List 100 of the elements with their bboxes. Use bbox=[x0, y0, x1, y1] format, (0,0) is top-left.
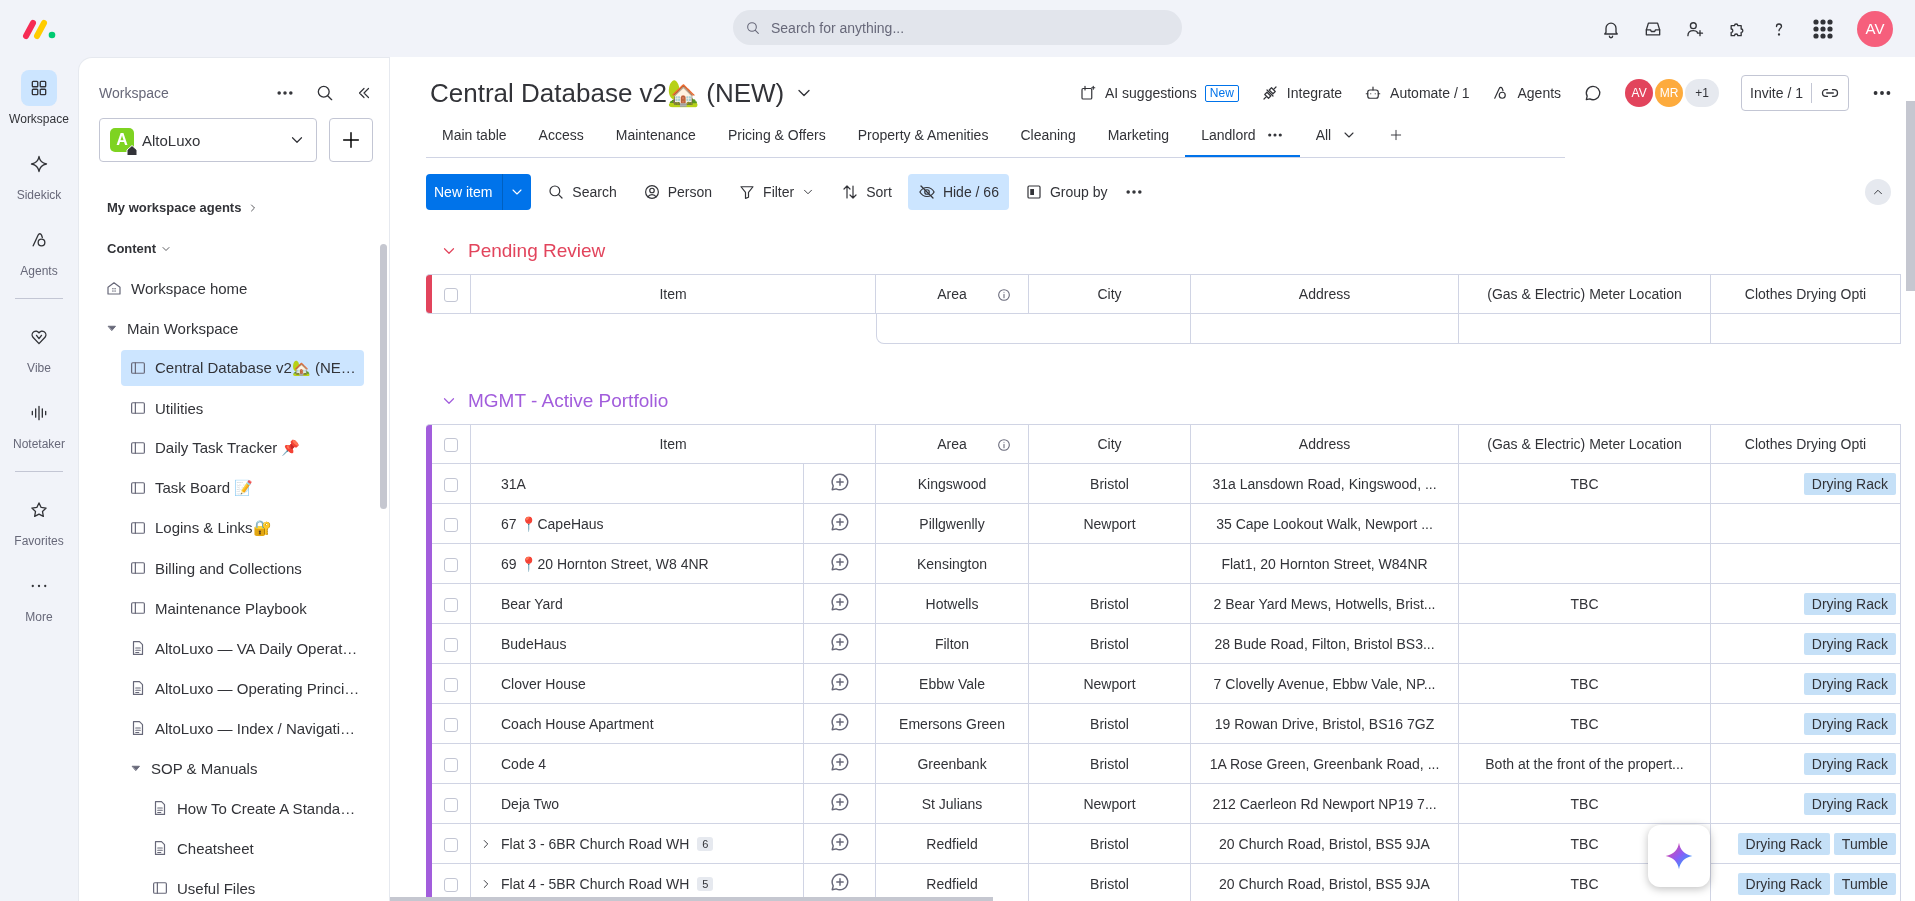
scrollbar[interactable] bbox=[390, 897, 993, 901]
scrollbar[interactable] bbox=[380, 244, 387, 509]
item-name[interactable]: BudeHaus bbox=[501, 635, 567, 652]
add-update-icon[interactable] bbox=[828, 831, 851, 853]
row-checkbox[interactable] bbox=[444, 477, 458, 492]
add-update-icon[interactable] bbox=[828, 511, 851, 533]
item-name[interactable]: 67 📍CapeHaus bbox=[501, 515, 604, 532]
search-button[interactable]: Search bbox=[537, 174, 627, 210]
view-tab[interactable]: Maintenance bbox=[599, 115, 712, 157]
more-members-badge[interactable]: +1 bbox=[1685, 79, 1720, 107]
rail-item[interactable]: More bbox=[21, 568, 57, 624]
add-update-icon[interactable] bbox=[828, 591, 851, 613]
ai-button[interactable]: AI suggestions New bbox=[1078, 84, 1239, 102]
apps-grid-icon[interactable] bbox=[1811, 16, 1835, 41]
add-update-icon[interactable] bbox=[828, 791, 851, 813]
add-update-icon[interactable] bbox=[828, 871, 851, 893]
view-tab[interactable]: Landlord bbox=[1185, 115, 1300, 157]
rail-item[interactable]: Notetaker bbox=[13, 395, 65, 451]
select-all-checkbox[interactable] bbox=[444, 438, 458, 453]
column-header[interactable]: Address bbox=[1191, 274, 1459, 314]
item-name[interactable]: 69 📍20 Hornton Street, W8 4NR bbox=[501, 555, 709, 572]
sidebar-item[interactable]: AltoLuxo — Index / Navigati… bbox=[121, 710, 364, 746]
item-name[interactable]: 31A bbox=[501, 475, 526, 492]
item-name[interactable]: Clover House bbox=[501, 675, 586, 692]
scrollbar[interactable] bbox=[1906, 101, 1915, 291]
sidebar-item[interactable]: Workspace home bbox=[99, 270, 256, 306]
row-checkbox[interactable] bbox=[444, 797, 458, 812]
rail-item[interactable]: Sidekick bbox=[16, 146, 62, 202]
view-tab[interactable]: Property & Amenities bbox=[841, 115, 1005, 157]
sidebar-item[interactable]: Task Board 📝 bbox=[121, 470, 262, 506]
sidebar-item[interactable]: Logins & Links🔐 bbox=[121, 510, 280, 546]
add-update-icon[interactable] bbox=[828, 711, 851, 733]
column-header[interactable]: Area bbox=[937, 286, 967, 302]
sidebar-item[interactable]: How To Create A Standa… bbox=[143, 790, 364, 826]
hide-button[interactable]: Hide / 66 bbox=[907, 174, 1009, 210]
sidebar-item[interactable]: Utilities bbox=[121, 390, 212, 426]
add-view-icon[interactable] bbox=[1389, 128, 1404, 142]
sidebar-item[interactable]: Cheatsheet bbox=[143, 830, 262, 866]
row-checkbox[interactable] bbox=[444, 517, 458, 532]
column-header[interactable]: Item bbox=[471, 274, 876, 314]
group-title[interactable]: MGMT - Active Portfolio bbox=[468, 390, 669, 412]
search-icon[interactable] bbox=[315, 83, 335, 103]
row-checkbox[interactable] bbox=[444, 597, 458, 612]
sidebar-item[interactable]: Maintenance Playbook bbox=[121, 590, 315, 626]
item-name[interactable]: Bear Yard bbox=[501, 595, 563, 612]
add-update-icon[interactable] bbox=[828, 631, 851, 653]
row-checkbox[interactable] bbox=[444, 717, 458, 732]
group-by-button[interactable]: Group by bbox=[1014, 174, 1118, 210]
rail-item[interactable]: Favorites bbox=[14, 492, 64, 548]
add-button[interactable] bbox=[329, 118, 373, 162]
column-header[interactable]: Clothes Drying Opti bbox=[1711, 274, 1901, 314]
sidebar-item[interactable]: Daily Task Tracker 📌 bbox=[121, 430, 309, 466]
column-header[interactable]: (Gas & Electric) Meter Location bbox=[1459, 274, 1711, 314]
sidebar-item[interactable]: Central Database v2🏡 (NE… bbox=[121, 350, 364, 386]
column-header[interactable]: Item bbox=[471, 424, 876, 464]
group-title[interactable]: Pending Review bbox=[468, 240, 606, 262]
item-name[interactable]: Coach House Apartment bbox=[501, 715, 654, 732]
view-tab[interactable]: Pricing & Offers bbox=[711, 115, 842, 157]
item-name[interactable]: Flat 3 - 6BR Church Road WH bbox=[501, 835, 690, 852]
row-checkbox[interactable] bbox=[444, 557, 458, 572]
logo-icon[interactable] bbox=[22, 17, 58, 40]
sort-button[interactable]: Sort bbox=[831, 174, 902, 210]
row-checkbox[interactable] bbox=[444, 837, 458, 852]
add-update-icon[interactable] bbox=[828, 671, 851, 693]
row-checkbox[interactable] bbox=[444, 637, 458, 652]
view-tab[interactable]: Main table bbox=[426, 115, 523, 157]
member-avatar[interactable]: AV bbox=[1625, 79, 1654, 107]
search-bar[interactable]: Search for anything... bbox=[733, 10, 1182, 45]
column-header[interactable]: Clothes Drying Opti bbox=[1711, 424, 1901, 464]
agents-link[interactable]: My workspace agents bbox=[107, 200, 373, 215]
rail-item[interactable]: Workspace bbox=[9, 70, 69, 126]
sidebar-item[interactable]: SOP & Manuals bbox=[121, 750, 266, 786]
sidekick-button[interactable] bbox=[1648, 825, 1710, 887]
workspace-selector[interactable]: A AltoLuxo bbox=[99, 118, 317, 162]
sidebar-item[interactable]: AltoLuxo — Operating Princi… bbox=[121, 670, 368, 706]
add-update-icon[interactable] bbox=[828, 751, 851, 773]
sidebar-item[interactable]: Billing and Collections bbox=[121, 550, 310, 586]
column-header[interactable]: (Gas & Electric) Meter Location bbox=[1459, 424, 1711, 464]
column-header[interactable]: Area bbox=[937, 436, 967, 452]
select-all-checkbox[interactable] bbox=[444, 288, 458, 303]
row-checkbox[interactable] bbox=[444, 757, 458, 772]
column-header[interactable]: City bbox=[1029, 424, 1191, 464]
sidebar-item[interactable]: Useful Files bbox=[143, 870, 264, 901]
view-tab[interactable]: Marketing bbox=[1091, 115, 1186, 157]
add-update-icon[interactable] bbox=[828, 551, 851, 573]
sidebar-item[interactable]: AltoLuxo — VA Daily Operat… bbox=[121, 630, 366, 666]
person-button[interactable]: Person bbox=[632, 174, 723, 210]
filter-button[interactable]: Filter bbox=[728, 174, 826, 210]
automate-button[interactable]: Automate / 1 bbox=[1364, 84, 1470, 102]
info-icon[interactable] bbox=[996, 437, 1012, 453]
content-header[interactable]: Content bbox=[107, 241, 373, 256]
item-name[interactable]: Flat 4 - 5BR Church Road WH bbox=[501, 875, 690, 892]
row-checkbox[interactable] bbox=[444, 677, 458, 692]
all-views-dropdown[interactable]: All bbox=[1299, 115, 1374, 157]
agents-button[interactable]: Agents bbox=[1491, 84, 1562, 102]
column-header[interactable]: Address bbox=[1191, 424, 1459, 464]
view-tab[interactable]: Access bbox=[522, 115, 600, 157]
add-update-icon[interactable] bbox=[828, 471, 851, 493]
row-checkbox[interactable] bbox=[444, 877, 458, 892]
search-input[interactable]: Search for anything... bbox=[769, 18, 1170, 37]
